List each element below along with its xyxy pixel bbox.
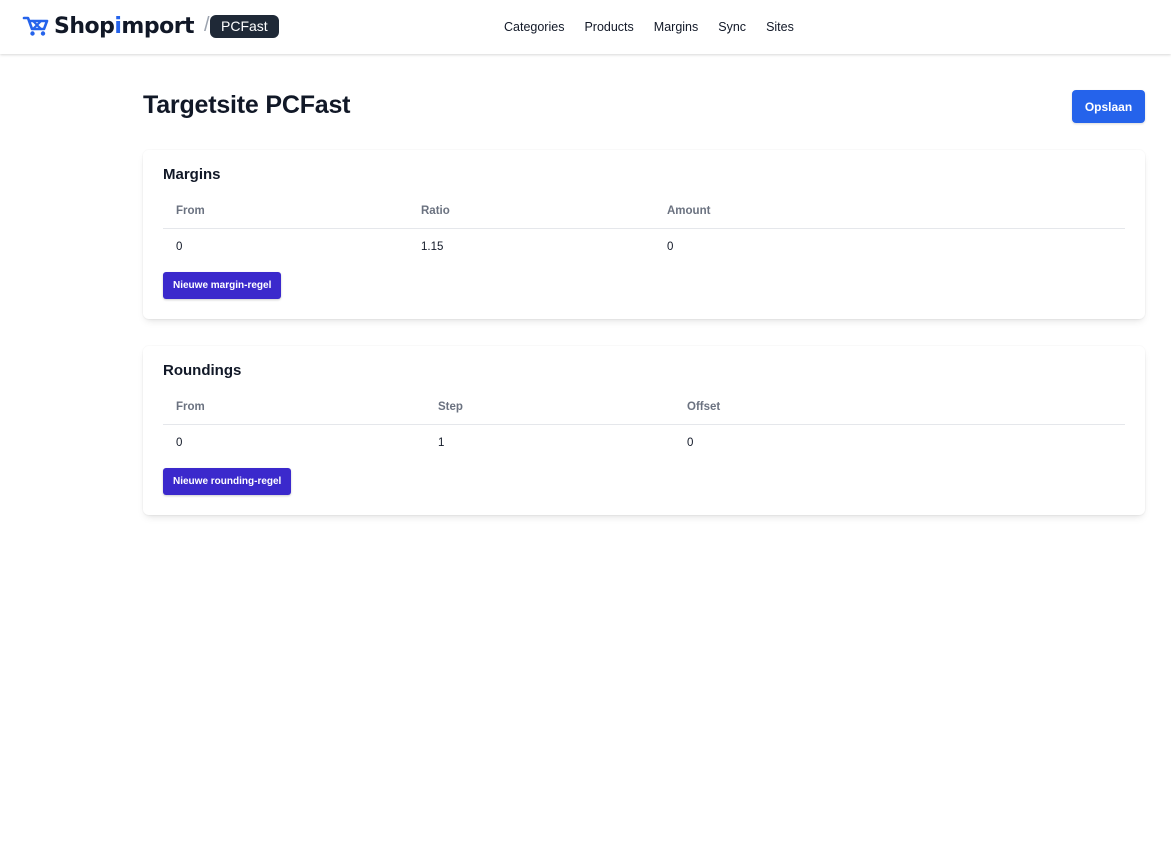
column-header-offset: Offset xyxy=(687,401,721,413)
column-header-amount: Amount xyxy=(667,205,711,217)
cell-from: 0 xyxy=(176,437,183,449)
add-rounding-rule-button[interactable]: Nieuwe rounding-regel xyxy=(163,468,292,495)
cell-ratio: 1.15 xyxy=(421,241,444,253)
roundings-title: Roundings xyxy=(163,362,242,379)
page-title: Targetsite PCFast xyxy=(143,91,351,119)
top-navbar: Shopimport / PCFast Categories Products … xyxy=(0,0,1171,54)
roundings-table: From Step Offset 0 1 0 xyxy=(163,396,1125,463)
shopping-cart-icon xyxy=(22,16,49,36)
nav-margins[interactable]: Margins xyxy=(654,19,698,35)
table-header: From Ratio Amount xyxy=(163,200,1125,229)
table-header: From Step Offset xyxy=(163,396,1125,425)
nav-sites[interactable]: Sites xyxy=(766,19,794,35)
table-row[interactable]: 0 1 0 xyxy=(163,425,1125,463)
site-badge[interactable]: PCFast xyxy=(210,15,279,38)
nav-categories[interactable]: Categories xyxy=(504,19,564,35)
cell-amount: 0 xyxy=(667,241,674,253)
margins-title: Margins xyxy=(163,166,221,183)
main-nav: Categories Products Margins Sync Sites xyxy=(504,19,794,35)
save-button[interactable]: Opslaan xyxy=(1072,90,1145,123)
brand-logo[interactable]: Shopimport xyxy=(22,11,195,41)
table-row[interactable]: 0 1.15 0 xyxy=(163,229,1125,267)
add-margin-rule-button[interactable]: Nieuwe margin-regel xyxy=(163,272,282,299)
nav-products[interactable]: Products xyxy=(584,19,633,35)
brand-name: Shopimport xyxy=(54,13,195,39)
roundings-card: Roundings From Step Offset 0 1 0 Nieuwe … xyxy=(143,346,1145,515)
margins-card: Margins From Ratio Amount 0 1.15 0 Nieuw… xyxy=(143,150,1145,319)
column-header-from: From xyxy=(176,401,205,413)
column-header-step: Step xyxy=(438,401,463,413)
cell-from: 0 xyxy=(176,241,183,253)
nav-sync[interactable]: Sync xyxy=(718,19,746,35)
breadcrumb-separator: / xyxy=(204,14,210,36)
cell-offset: 0 xyxy=(687,437,694,449)
cell-step: 1 xyxy=(438,437,445,449)
column-header-ratio: Ratio xyxy=(421,205,450,217)
margins-table: From Ratio Amount 0 1.15 0 xyxy=(163,200,1125,267)
column-header-from: From xyxy=(176,205,205,217)
